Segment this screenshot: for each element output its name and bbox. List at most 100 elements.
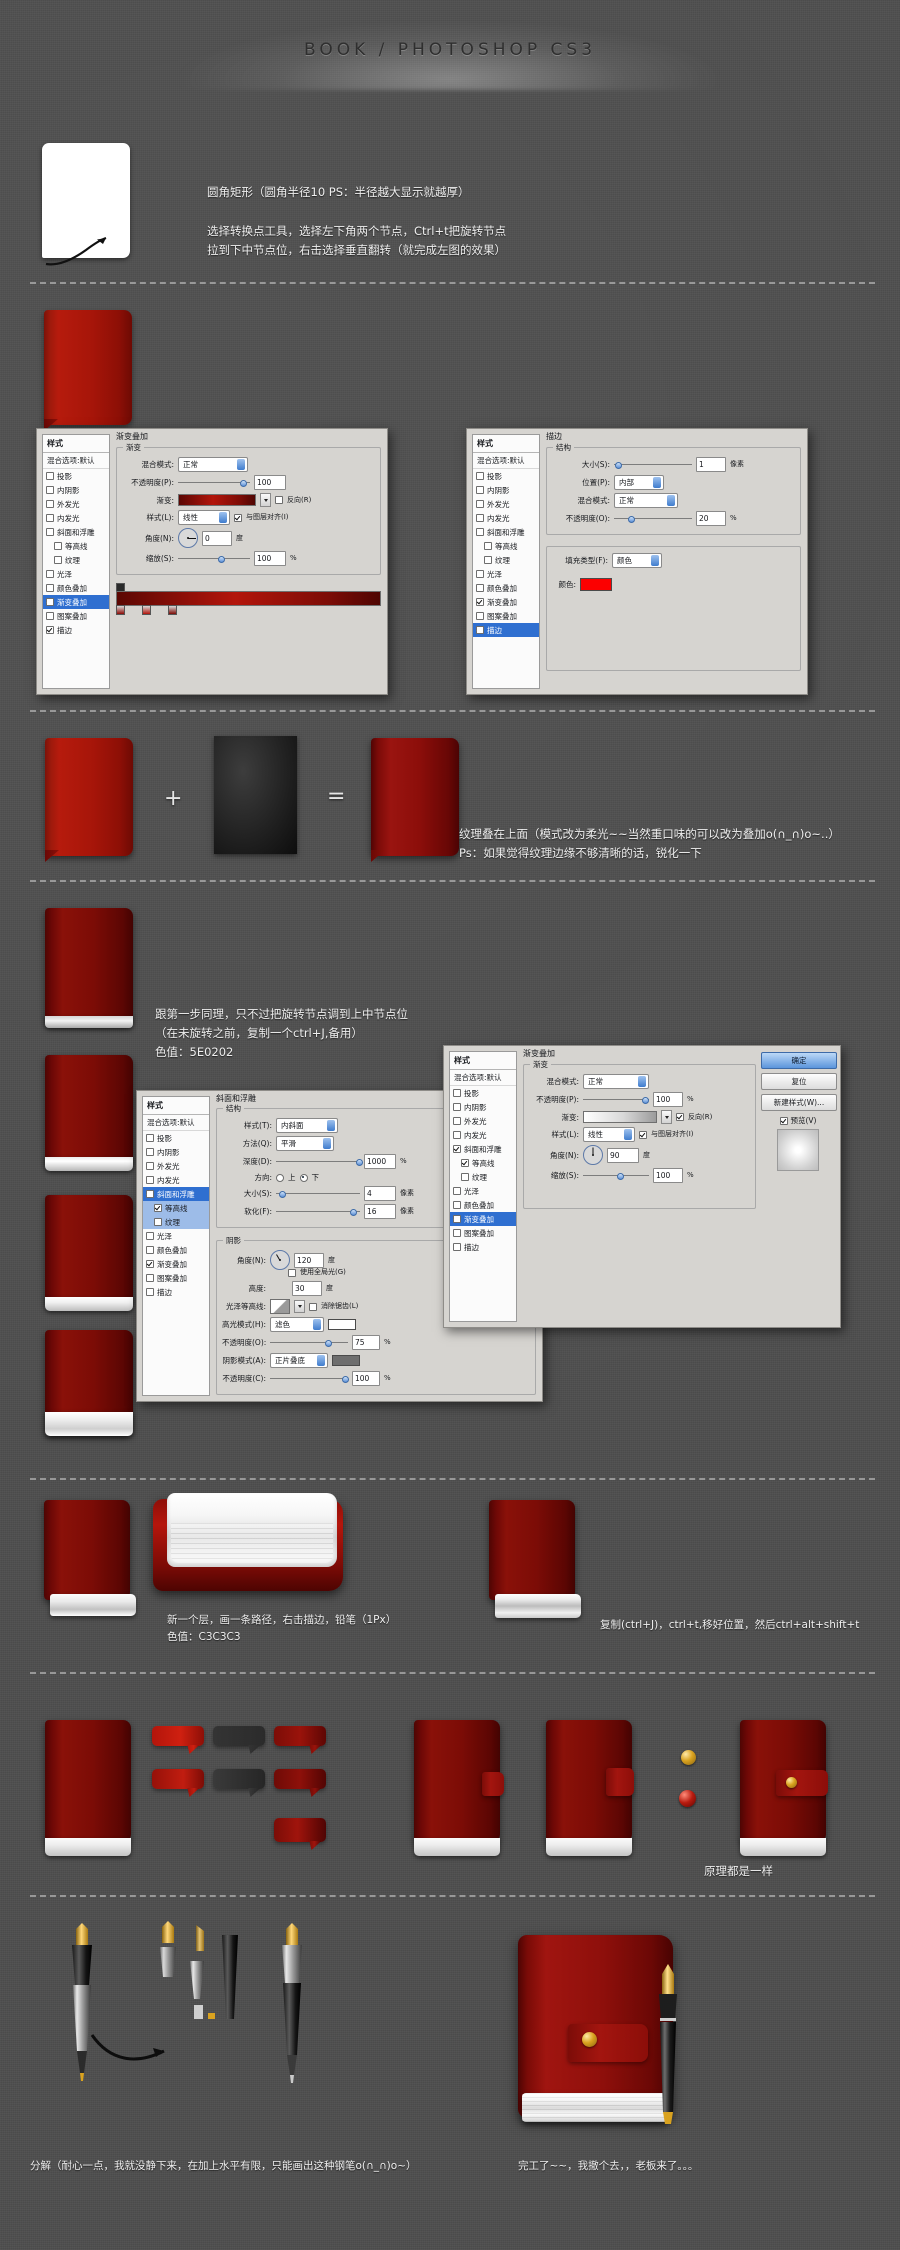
soften-slider[interactable]	[276, 1208, 360, 1216]
effect-satin[interactable]: 光泽	[473, 567, 539, 581]
contour-preview[interactable]	[270, 1299, 290, 1314]
altitude-value[interactable]: 30	[292, 1281, 322, 1296]
styles-list[interactable]: 样式 混合选项:默认 投影 内阴影 外发光 内发光 斜面和浮雕 等高线 纹理 光…	[42, 434, 110, 689]
checkbox-icon[interactable]	[484, 556, 492, 564]
layer-style-dialog-gradient-gray[interactable]: 样式 混合选项:默认 投影 内阴影 外发光 内发光 斜面和浮雕 等高线 纹理 光…	[443, 1045, 841, 1328]
gradient-color-stop[interactable]	[168, 605, 177, 615]
layer-style-dialog-gradient-red[interactable]: 样式 混合选项:默认 投影 内阴影 外发光 内发光 斜面和浮雕 等高线 纹理 光…	[36, 428, 388, 695]
checkbox-icon[interactable]	[46, 528, 54, 536]
size-slider[interactable]	[614, 461, 692, 469]
angle-dial[interactable]	[178, 528, 198, 548]
scale-slider[interactable]	[178, 555, 250, 563]
highlight-color-swatch[interactable]	[328, 1319, 356, 1330]
antialias-checkbox[interactable]	[309, 1303, 317, 1311]
effect-inner-shadow[interactable]: 内阴影	[143, 1145, 209, 1159]
checkbox-icon[interactable]	[146, 1246, 154, 1254]
checkbox-icon[interactable]	[146, 1148, 154, 1156]
effect-inner-glow[interactable]: 内发光	[143, 1173, 209, 1187]
effect-drop-shadow[interactable]: 投影	[473, 469, 539, 483]
method-select[interactable]: 平滑	[276, 1136, 334, 1151]
effect-texture[interactable]: 纹理	[450, 1170, 516, 1184]
checkbox-icon[interactable]	[146, 1190, 154, 1198]
checkbox-icon[interactable]	[46, 598, 54, 606]
effect-texture[interactable]: 纹理	[473, 553, 539, 567]
styles-list[interactable]: 样式 混合选项:默认 投影 内阴影 外发光 内发光 斜面和浮雕 等高线 纹理 光…	[142, 1096, 210, 1396]
reverse-checkbox[interactable]	[275, 496, 283, 504]
ok-button[interactable]: 确定	[761, 1052, 837, 1069]
effect-gradient-overlay[interactable]: 渐变叠加	[473, 595, 539, 609]
depth-slider[interactable]	[276, 1158, 360, 1166]
highlight-opacity-slider[interactable]	[270, 1339, 348, 1347]
effect-satin[interactable]: 光泽	[143, 1229, 209, 1243]
gradient-preview[interactable]	[583, 1111, 657, 1123]
effect-color-overlay[interactable]: 颜色叠加	[450, 1198, 516, 1212]
opacity-value[interactable]: 100	[653, 1092, 683, 1107]
checkbox-icon[interactable]	[154, 1204, 162, 1212]
shadow-color-swatch[interactable]	[332, 1355, 360, 1366]
checkbox-icon[interactable]	[476, 598, 484, 606]
reverse-checkbox[interactable]	[676, 1113, 684, 1121]
checkbox-icon[interactable]	[476, 486, 484, 494]
checkbox-icon[interactable]	[453, 1145, 461, 1153]
checkbox-icon[interactable]	[453, 1201, 461, 1209]
blend-mode-select[interactable]: 正常	[178, 457, 248, 472]
effect-inner-glow[interactable]: 内发光	[450, 1128, 516, 1142]
styles-list[interactable]: 样式 混合选项:默认 投影 内阴影 外发光 内发光 斜面和浮雕 等高线 纹理 光…	[449, 1051, 517, 1322]
effect-satin[interactable]: 光泽	[43, 567, 109, 581]
checkbox-icon[interactable]	[54, 542, 62, 550]
checkbox-icon[interactable]	[46, 612, 54, 620]
checkbox-icon[interactable]	[484, 542, 492, 550]
preview-checkbox[interactable]	[780, 1117, 788, 1125]
gradient-color-stop[interactable]	[142, 605, 151, 615]
effect-outer-glow[interactable]: 外发光	[143, 1159, 209, 1173]
checkbox-icon[interactable]	[453, 1131, 461, 1139]
effect-gradient-overlay[interactable]: 渐变叠加	[450, 1212, 516, 1226]
effect-color-overlay[interactable]: 颜色叠加	[473, 581, 539, 595]
effect-stroke[interactable]: 描边	[450, 1240, 516, 1254]
highlight-select[interactable]: 滤色	[270, 1317, 324, 1332]
checkbox-icon[interactable]	[54, 556, 62, 564]
align-checkbox[interactable]	[234, 514, 242, 522]
layer-style-dialog-stroke[interactable]: 样式 混合选项:默认 投影 内阴影 外发光 内发光 斜面和浮雕 等高线 纹理 光…	[466, 428, 808, 695]
checkbox-icon[interactable]	[146, 1134, 154, 1142]
effect-inner-glow[interactable]: 内发光	[473, 511, 539, 525]
effect-pattern-overlay[interactable]: 图案叠加	[143, 1271, 209, 1285]
effect-gradient-overlay[interactable]: 渐变叠加	[143, 1257, 209, 1271]
checkbox-icon[interactable]	[476, 570, 484, 578]
checkbox-icon[interactable]	[46, 626, 54, 634]
checkbox-icon[interactable]	[453, 1229, 461, 1237]
styles-list[interactable]: 样式 混合选项:默认 投影 内阴影 外发光 内发光 斜面和浮雕 等高线 纹理 光…	[472, 434, 540, 689]
effect-contour[interactable]: 等高线	[143, 1201, 209, 1215]
effect-outer-glow[interactable]: 外发光	[450, 1114, 516, 1128]
opacity-slider[interactable]	[583, 1096, 649, 1104]
gradient-color-stop[interactable]	[116, 605, 125, 615]
position-select[interactable]: 内部	[614, 475, 664, 490]
checkbox-icon[interactable]	[453, 1243, 461, 1251]
checkbox-icon[interactable]	[46, 570, 54, 578]
soften-value[interactable]: 16	[364, 1204, 396, 1219]
align-checkbox[interactable]	[639, 1131, 647, 1139]
scale-value[interactable]: 100	[653, 1168, 683, 1183]
direction-up-radio[interactable]	[276, 1174, 284, 1182]
effect-outer-glow[interactable]: 外发光	[43, 497, 109, 511]
shadow-select[interactable]: 正片叠底	[270, 1353, 328, 1368]
checkbox-icon[interactable]	[46, 500, 54, 508]
checkbox-icon[interactable]	[146, 1232, 154, 1240]
shadow-opacity-slider[interactable]	[270, 1375, 348, 1383]
effect-inner-glow[interactable]: 内发光	[43, 511, 109, 525]
scale-slider[interactable]	[583, 1172, 649, 1180]
checkbox-icon[interactable]	[453, 1215, 461, 1223]
global-light-checkbox[interactable]	[288, 1269, 296, 1277]
opacity-value[interactable]: 20	[696, 511, 726, 526]
effect-inner-shadow[interactable]: 内阴影	[450, 1100, 516, 1114]
effect-texture[interactable]: 纹理	[143, 1215, 209, 1229]
effect-pattern-overlay[interactable]: 图案叠加	[473, 609, 539, 623]
checkbox-icon[interactable]	[476, 514, 484, 522]
gradient-strip[interactable]	[116, 591, 381, 606]
gradient-dropdown-icon[interactable]	[661, 1110, 672, 1124]
effect-stroke[interactable]: 描边	[43, 623, 109, 637]
blending-options-item[interactable]: 混合选项:默认	[473, 453, 539, 469]
gradient-editor-strip[interactable]	[116, 585, 381, 613]
checkbox-icon[interactable]	[146, 1176, 154, 1184]
checkbox-icon[interactable]	[46, 514, 54, 522]
